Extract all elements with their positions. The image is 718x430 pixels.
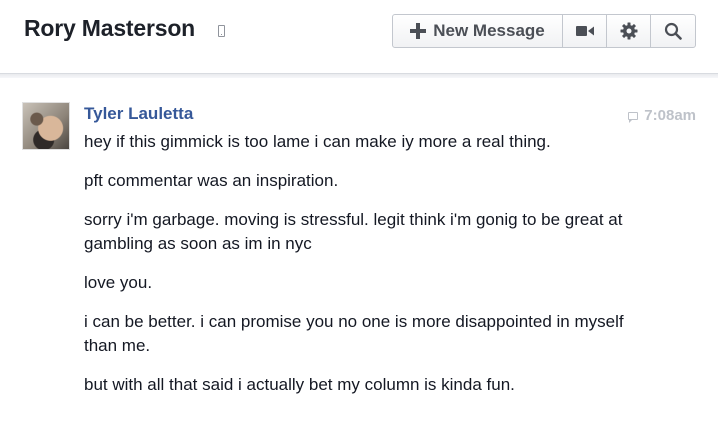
conversation-header: Rory Masterson New Message	[0, 0, 718, 74]
new-message-button[interactable]: New Message	[393, 15, 563, 47]
settings-button[interactable]	[607, 15, 651, 47]
mobile-phone-icon	[218, 25, 225, 37]
chat-bubble-icon	[628, 111, 639, 123]
message-paragraph: pft commentar was an inspiration.	[84, 171, 339, 190]
timestamp-text: 7:08am	[644, 107, 696, 124]
conversation-title[interactable]: Rory Masterson	[24, 15, 195, 42]
message-paragraph: i can be better. i can promise you no on…	[84, 312, 624, 355]
search-button[interactable]	[651, 15, 695, 47]
message-paragraph: sorry i'm garbage. moving is stressful. …	[84, 210, 623, 253]
message-paragraph: love you.	[84, 273, 153, 292]
message-body: hey if this gimmick is too lame i can ma…	[84, 130, 644, 412]
gear-icon	[620, 22, 637, 40]
message-paragraph: but with all that said i actually bet my…	[84, 375, 515, 394]
avatar[interactable]	[22, 102, 70, 150]
header-toolbar: New Message	[392, 14, 696, 48]
message-paragraph: hey if this gimmick is too lame i can ma…	[84, 132, 551, 151]
new-message-label: New Message	[433, 21, 545, 40]
video-camera-icon	[575, 26, 594, 36]
sender-name[interactable]: Tyler Lauletta	[84, 104, 193, 124]
plus-icon	[410, 23, 427, 39]
search-icon	[664, 22, 682, 40]
message-timestamp: 7:08am	[628, 107, 696, 124]
video-call-button[interactable]	[563, 15, 607, 47]
header-divider	[0, 74, 718, 78]
